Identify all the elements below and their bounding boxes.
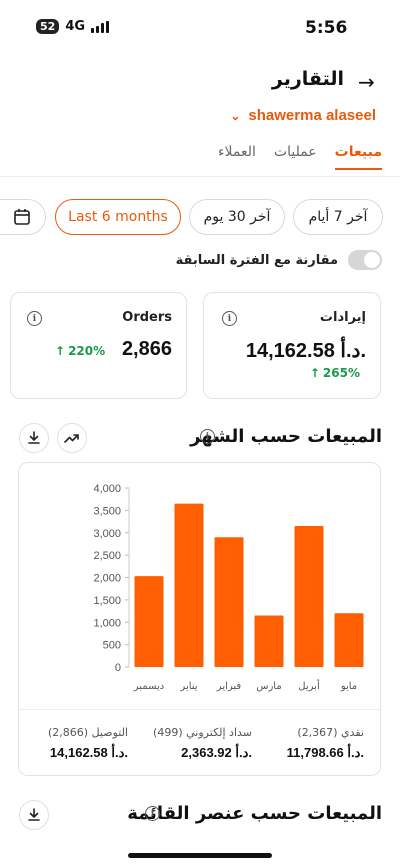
compare-toggle[interactable] [348, 250, 382, 270]
y-tick-label: 3,000 [93, 528, 121, 540]
x-tick-label: فبراير [216, 681, 242, 692]
download-button[interactable] [19, 423, 49, 453]
period-last-6-months[interactable]: Last 6 months [55, 199, 181, 235]
cash-value: 11,798.66 د.أ. [286, 745, 364, 760]
y-tick-label: 2,500 [93, 550, 121, 562]
battery-badge: 52 [36, 19, 60, 34]
custom-range-chip[interactable] [0, 199, 46, 235]
store-name: shawerma alaseel [248, 107, 376, 124]
period-last-7-days[interactable]: آخر 7 أيام [293, 199, 383, 235]
trending-up-icon [64, 434, 79, 443]
revenue-card[interactable]: i إيرادات 14,162.58 د.أ. ↑ 265% [203, 292, 381, 399]
info-icon[interactable]: i [222, 311, 237, 326]
tab-customers[interactable]: العملاء [218, 144, 256, 170]
x-tick-label: يناير [179, 681, 197, 692]
page-title: التقارير [271, 68, 344, 90]
tab-sales[interactable]: مبيعات [334, 144, 382, 170]
bar-4[interactable] [174, 503, 204, 667]
e-payment-label: سداد إلكتروني (499) [153, 726, 252, 739]
orders-delta-value: 220% [68, 344, 106, 358]
y-tick-label: 2,000 [93, 573, 121, 585]
bar-5[interactable] [134, 576, 164, 667]
sales-by-month-title: المبيعات حسب الشهر [190, 426, 382, 447]
bar-3[interactable] [214, 537, 244, 667]
info-icon[interactable]: i [27, 311, 42, 326]
bar-0[interactable] [334, 613, 364, 667]
x-tick-label: أبريل [298, 679, 320, 692]
revenue-delta-value: 265% [322, 366, 360, 380]
orders-label: Orders [122, 310, 172, 325]
y-tick-label: 0 [115, 662, 121, 674]
arrow-up-icon: ↑ [309, 366, 320, 380]
bar-2[interactable] [254, 615, 284, 667]
revenue-value: 14,162.58 د.أ. [245, 340, 366, 362]
orders-delta: ↑ 220% [55, 344, 105, 358]
info-icon[interactable]: i [200, 429, 215, 444]
revenue-delta: ↑ 265% [310, 366, 360, 380]
y-tick-label: 3,500 [93, 505, 121, 517]
period-last-30-days[interactable]: آخر 30 يوم [189, 199, 285, 235]
delivery-value: 14,162.58 د.أ. [49, 745, 128, 760]
chevron-down-icon: ⌄ [230, 108, 241, 123]
arrow-right-icon[interactable]: → [358, 70, 375, 94]
calendar-icon [14, 209, 30, 225]
arrow-up-icon: ↑ [55, 344, 66, 358]
sales-by-item-title: المبيعات حسب عنصر القائمة [127, 803, 382, 824]
status-indicators: 52 4G [36, 19, 110, 34]
cash-label: نقدي (2,367) [297, 726, 364, 739]
y-tick-label: 1,500 [93, 595, 121, 607]
download-icon [28, 431, 40, 444]
report-tabs: العملاء عمليات مبيعات [218, 144, 382, 170]
compare-label: مقارنة مع الفترة السابقة [175, 252, 338, 268]
status-time: 5:56 [305, 18, 348, 38]
compare-row: مقارنة مع الفترة السابقة [176, 250, 382, 270]
y-tick-label: 1,000 [93, 617, 121, 629]
orders-card[interactable]: i Orders 2,866 ↑ 220% [10, 292, 187, 399]
y-tick-label: 500 [103, 640, 121, 652]
tab-operations[interactable]: عمليات [274, 144, 317, 170]
delivery-label: التوصيل (2,866) [48, 726, 128, 739]
signal-icon [91, 20, 110, 33]
trend-toggle-button[interactable] [57, 423, 87, 453]
revenue-label: إيرادات [319, 310, 366, 325]
y-tick-label: 4,000 [93, 483, 121, 495]
sales-bar-chart: 0 500 1,000 1,500 2,000 2,500 3,000 3,500 4,000 م… [93, 483, 364, 692]
download-icon [28, 808, 40, 821]
orders-value: 2,866 [121, 338, 172, 360]
x-tick-label: مارس [256, 681, 281, 692]
network-label: 4G [65, 19, 86, 34]
bar-1[interactable] [294, 526, 324, 667]
e-payment-value: 2,363.92 د.أ. [181, 745, 252, 760]
x-tick-label: مايو [340, 681, 357, 692]
tabs-divider [0, 176, 400, 177]
store-selector[interactable]: ⌄ shawerma alaseel [230, 107, 376, 124]
download-button[interactable] [19, 800, 49, 830]
summary-divider [19, 709, 382, 710]
home-indicator [128, 853, 272, 858]
sales-chart-card: 0 500 1,000 1,500 2,000 2,500 3,000 3,500 4,000 م… [18, 462, 382, 776]
x-tick-label: ديسمبر [133, 681, 164, 692]
info-icon[interactable]: i [145, 806, 160, 821]
